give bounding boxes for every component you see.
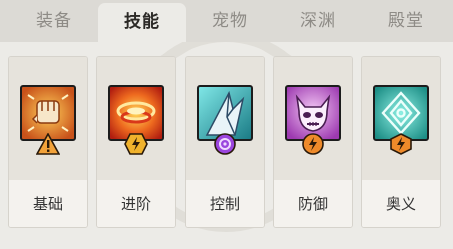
lightning-hexagon-badge xyxy=(124,133,148,155)
skill-card-label: 进阶 xyxy=(97,180,175,227)
skill-card-label: 奥义 xyxy=(362,180,440,227)
purple-orb-badge xyxy=(213,133,237,155)
skill-card-ultimate[interactable]: 奥义 xyxy=(361,56,441,228)
skill-card-label: 控制 xyxy=(186,180,264,227)
skill-category-list: 基础 进阶 控制 防御 奥义 xyxy=(0,56,453,228)
skill-card-defense[interactable]: 防御 xyxy=(273,56,353,228)
tab-equipment[interactable]: 装备 xyxy=(10,0,98,42)
tab-hall[interactable]: 殿堂 xyxy=(362,0,450,42)
skill-card-label: 防御 xyxy=(274,180,352,227)
orange-bolt-badge xyxy=(389,133,413,155)
warning-triangle-badge xyxy=(36,133,60,155)
skill-card-label: 基础 xyxy=(9,180,87,227)
skill-card-control[interactable]: 控制 xyxy=(185,56,265,228)
orange-shield-badge xyxy=(301,133,325,155)
skill-card-basic[interactable]: 基础 xyxy=(8,56,88,228)
tab-abyss[interactable]: 深渊 xyxy=(274,0,362,42)
tab-bar: 装备 技能 宠物 深渊 殿堂 xyxy=(0,0,453,42)
skill-card-advanced[interactable]: 进阶 xyxy=(96,56,176,228)
tab-pets[interactable]: 宠物 xyxy=(186,0,274,42)
tab-skills[interactable]: 技能 xyxy=(98,3,186,42)
